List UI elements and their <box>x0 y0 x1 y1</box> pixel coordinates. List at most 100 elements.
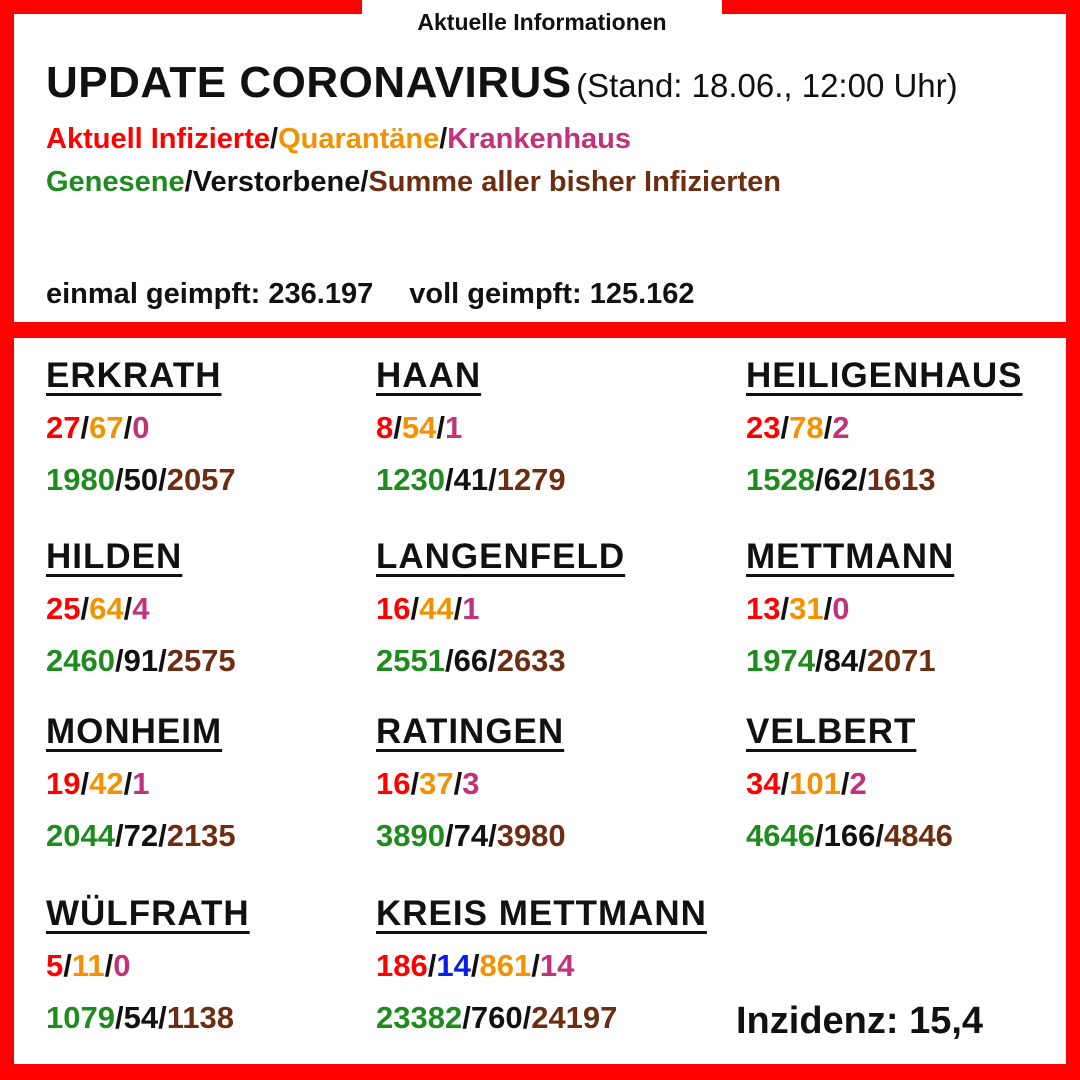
city-cumulative-stats: 1974/84/2071 <box>746 643 954 679</box>
total-count: 1613 <box>866 462 936 497</box>
city-current-stats: 19/42/1 <box>46 766 236 802</box>
separator: / <box>488 462 497 497</box>
city-cumulative-stats: 4646/166/4846 <box>746 818 953 854</box>
blue-count: 14 <box>436 948 471 983</box>
city-name: METTMANN <box>746 537 955 576</box>
active-count: 34 <box>746 766 781 801</box>
city-current-stats: 13/31/0 <box>746 591 954 627</box>
separator: / <box>158 643 167 678</box>
city-current-stats: 23/78/2 <box>746 410 1022 446</box>
active-count: 23 <box>746 410 781 445</box>
legend-separator: / <box>184 166 193 198</box>
total-count: 24197 <box>531 1000 618 1035</box>
active-count: 27 <box>46 410 81 445</box>
separator: / <box>80 591 90 626</box>
separator: / <box>393 410 402 445</box>
quarantine-count: 42 <box>89 766 124 801</box>
quarantine-count: 37 <box>419 766 454 801</box>
separator: / <box>444 462 454 497</box>
separator: / <box>488 643 497 678</box>
city-cumulative-stats: 1230/41/1279 <box>376 462 566 498</box>
city-block: HAAN 8/54/1 1230/41/1279 <box>376 356 566 498</box>
separator: / <box>814 643 824 678</box>
quarantine-count: 78 <box>789 410 824 445</box>
hospital-count: 4 <box>132 591 150 626</box>
quarantine-count: 54 <box>401 410 437 445</box>
separator: / <box>444 818 454 853</box>
separator: / <box>123 591 133 626</box>
city-name: RATINGEN <box>376 712 565 751</box>
separator: / <box>462 1000 471 1035</box>
active-count: 5 <box>46 948 64 983</box>
total-count: 2071 <box>866 643 936 678</box>
separator: / <box>114 462 124 497</box>
kreis-block: KREIS METTMANN 186/14/861/14 23382/760/2… <box>376 894 707 1036</box>
deceased-count: 91 <box>123 643 159 678</box>
separator: / <box>875 818 884 853</box>
deceased-count: 72 <box>123 818 159 853</box>
legend-deceased: Verstorbene <box>192 166 361 198</box>
separator: / <box>823 591 833 626</box>
vaccination-first-label: einmal geimpft: <box>46 278 261 310</box>
city-cumulative-stats: 1528/62/1613 <box>746 462 1022 498</box>
quarantine-count: 101 <box>789 766 841 801</box>
legend-active: Aktuell Infizierte <box>46 123 270 155</box>
title-main: UPDATE CORONAVIRUS <box>46 58 572 107</box>
recovered-count: 3890 <box>376 818 445 853</box>
recovered-count: 1079 <box>46 1000 115 1035</box>
separator: / <box>80 410 90 445</box>
hospital-count: 0 <box>113 948 131 983</box>
deceased-count: 62 <box>823 462 859 497</box>
city-cumulative-stats: 1980/50/2057 <box>46 462 236 498</box>
city-block: VELBERT 34/101/2 4646/166/4846 <box>746 712 953 854</box>
city-block: METTMANN 13/31/0 1974/84/2071 <box>746 537 954 679</box>
hospital-count: 1 <box>462 591 480 626</box>
legend-hospital: Krankenhaus <box>447 123 632 155</box>
city-name: HAAN <box>376 356 482 395</box>
deceased-count: 41 <box>453 462 489 497</box>
legend-separator: / <box>270 123 279 155</box>
separator: / <box>410 591 420 626</box>
quarantine-count: 31 <box>789 591 824 626</box>
hospital-count: 1 <box>132 766 150 801</box>
separator: / <box>114 643 124 678</box>
deceased-count: 66 <box>453 643 489 678</box>
separator: / <box>436 410 445 445</box>
city-name: HEILIGENHAUS <box>746 356 1023 395</box>
total-count: 2057 <box>166 462 236 497</box>
city-current-stats: 5/11/0 <box>46 948 250 984</box>
vaccination-full-label: voll geimpft: <box>409 278 582 310</box>
city-cumulative-stats: 2044/72/2135 <box>46 818 236 854</box>
deceased-count: 760 <box>470 1000 523 1035</box>
incidence-value: Inzidenz: 15,4 <box>736 1000 983 1043</box>
city-block: WÜLFRATH 5/11/0 1079/54/1138 <box>46 894 250 1036</box>
city-name: ERKRATH <box>46 356 222 395</box>
vaccination-line: einmal geimpft: 236.197 voll geimpft: 12… <box>46 278 695 311</box>
incidence-number: 15,4 <box>909 1000 984 1042</box>
hospital-count: 2 <box>849 766 867 801</box>
city-name: MONHEIM <box>46 712 223 751</box>
total-count: 1279 <box>496 462 566 497</box>
hospital-count: 2 <box>832 410 850 445</box>
separator: / <box>814 818 824 853</box>
city-current-stats: 34/101/2 <box>746 766 953 802</box>
city-name: VELBERT <box>746 712 917 751</box>
legend-total: Summe aller bisher Infizierten <box>368 166 781 198</box>
recovered-count: 23382 <box>376 1000 463 1035</box>
separator: / <box>114 1000 124 1035</box>
city-name: WÜLFRATH <box>46 894 250 933</box>
city-block: RATINGEN 16/37/3 3890/74/3980 <box>376 712 566 854</box>
city-current-stats: 8/54/1 <box>376 410 566 446</box>
separator: / <box>858 462 867 497</box>
total-count: 2135 <box>166 818 236 853</box>
separator: / <box>63 948 72 983</box>
hospital-count: 3 <box>462 766 480 801</box>
separator: / <box>531 948 540 983</box>
separator: / <box>823 410 833 445</box>
separator: / <box>104 948 114 983</box>
total-count: 2575 <box>166 643 236 678</box>
recovered-count: 2044 <box>46 818 115 853</box>
separator: / <box>814 462 824 497</box>
recovered-count: 2460 <box>46 643 115 678</box>
separator: / <box>522 1000 532 1035</box>
